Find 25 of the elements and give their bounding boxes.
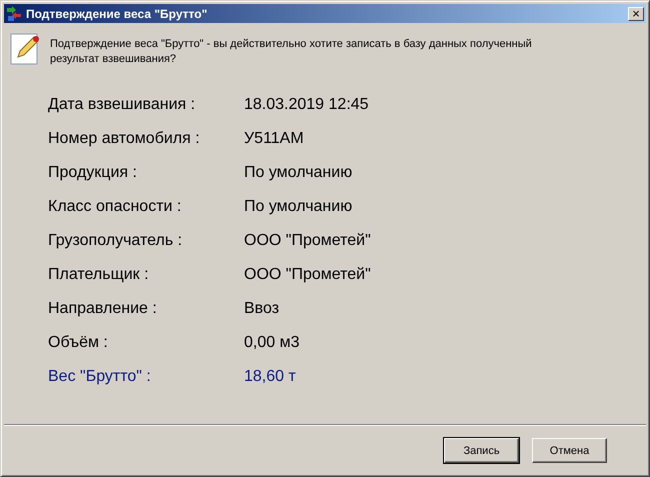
field-label: Плательщик : [48, 265, 150, 285]
cancel-button[interactable]: Отмена [532, 438, 607, 463]
field-label: Объём : [48, 333, 109, 353]
field-value: У511АМ [244, 129, 305, 149]
field-value: По умолчанию [244, 197, 354, 217]
field-label: Вес "Брутто" : [48, 367, 152, 387]
field-label: Направление : [48, 299, 158, 319]
field-value: 0,00 м3 [244, 333, 300, 353]
field-value: ООО "Прометей" [244, 265, 372, 285]
field-value: По умолчанию [244, 163, 354, 183]
save-button[interactable]: Запись [444, 438, 519, 463]
pencil-document-icon [10, 33, 42, 65]
field-value: 18,60 т [244, 367, 297, 387]
window-title: Подтверждение веса "Брутто" [26, 6, 208, 20]
field-label: Грузополучатель : [48, 231, 184, 251]
field-value: Ввоз [244, 299, 280, 319]
field-label: Дата взвешивания : [48, 95, 196, 115]
field-value: 18.03.2019 12:45 [244, 95, 370, 115]
field-value: ООО "Прометей" [244, 231, 372, 251]
confirmation-message: Подтверждение веса "Брутто" - вы действительно хотите записать в базу данных полученный результат взвешивания? [50, 37, 533, 67]
field-label: Продукция : [48, 163, 138, 183]
field-label: Класс опасности : [48, 197, 182, 217]
field-label: Номер автомобиля : [48, 129, 201, 149]
app-icon [6, 6, 22, 22]
close-button[interactable]: × [628, 6, 644, 20]
